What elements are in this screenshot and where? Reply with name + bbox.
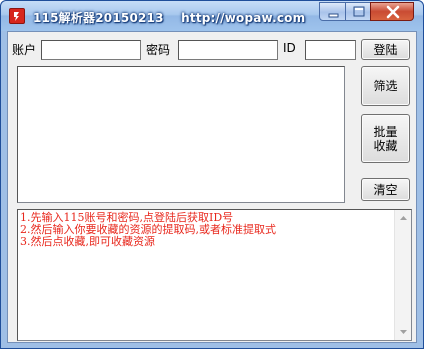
minimize-icon [328,13,339,18]
batch-collect-button[interactable]: 批量 收藏 [361,114,410,163]
log-scrollbar[interactable] [394,210,411,340]
maximize-icon [353,6,365,17]
client-area: 账户 密码 ID 登陆 筛选 批量 收藏 清空 1.先输入115账号和密码,点登… [7,31,417,343]
password-input[interactable] [178,40,278,60]
maximize-button[interactable] [345,2,371,21]
id-input[interactable] [305,40,356,60]
log-text: 1.先输入115账号和密码,点登陆后获取ID号 2.然后输入你要收藏的资源的提取… [20,212,393,248]
account-input[interactable] [41,40,141,60]
clear-button[interactable]: 清空 [361,178,410,201]
scroll-down-icon [400,330,407,334]
scroll-up-icon [400,216,407,220]
title-bar[interactable]: 115解析器20150213 http://wopaw.com [1,1,423,31]
filter-button[interactable]: 筛选 [361,66,410,106]
scroll-up-button[interactable] [395,210,412,227]
id-label: ID [283,41,296,55]
account-label: 账户 [12,43,37,57]
app-window: 115解析器20150213 http://wopaw.com 账户 密码 ID… [0,0,424,349]
scroll-down-button[interactable] [395,323,412,340]
close-button[interactable] [370,2,414,21]
password-label: 密码 [146,43,171,57]
log-line: 3.然后点收藏,即可收藏资源 [20,235,155,248]
minimize-button[interactable] [319,2,346,21]
window-title: 115解析器20150213 http://wopaw.com [33,11,306,25]
log-output[interactable]: 1.先输入115账号和密码,点登陆后获取ID号 2.然后输入你要收藏的资源的提取… [17,209,412,341]
code-input-area[interactable] [17,66,345,203]
login-button[interactable]: 登陆 [361,39,410,60]
app-icon[interactable] [9,8,25,24]
close-icon [386,5,400,19]
